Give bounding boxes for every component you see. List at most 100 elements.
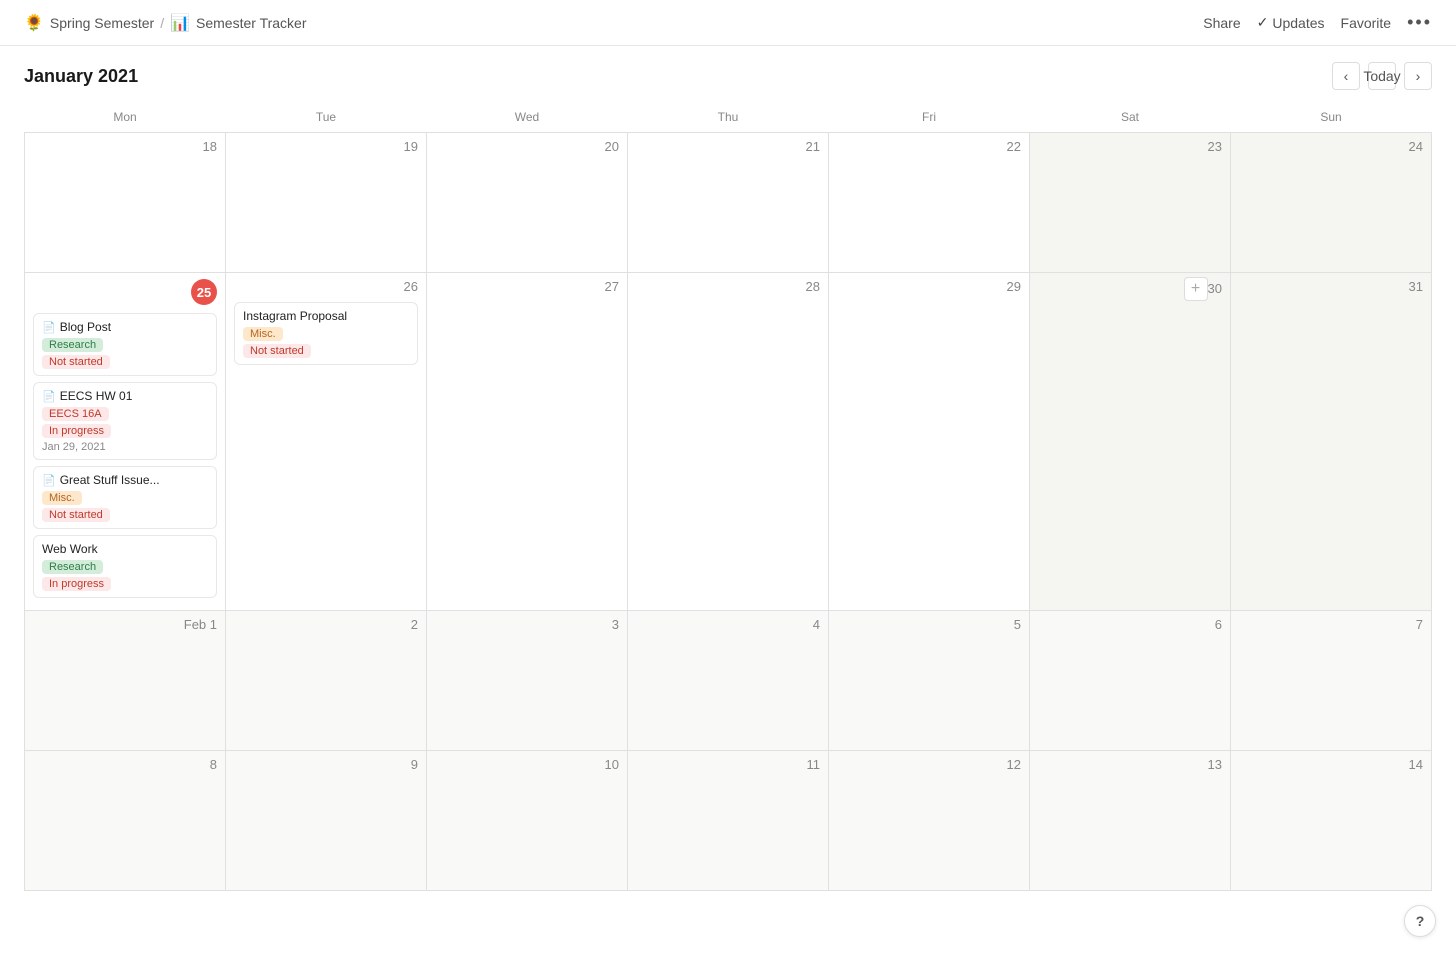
event-tag: Not started [243,344,311,358]
day-number: 5 [1014,617,1021,632]
day-num-container: 31 [1239,279,1423,298]
day-number: 7 [1416,617,1423,632]
calendar-day: +30 [1030,273,1231,611]
day-number: 13 [1208,757,1222,772]
event-title-text: Web Work [42,542,98,556]
event-title-text: EECS HW 01 [60,389,133,403]
event-title: 📄Great Stuff Issue... [42,473,208,487]
event-title: 📄 Blog Post [42,320,208,334]
event-tags: Misc.Not started [243,327,409,358]
day-number: 14 [1409,757,1423,772]
day-num-container: 12 [837,757,1021,776]
share-button[interactable]: Share [1203,15,1240,31]
favorite-button[interactable]: Favorite [1341,15,1392,31]
day-number: 26 [404,279,418,294]
calendar-day: 20 [427,133,628,273]
event-tag: Research [42,560,103,574]
day-number: 19 [404,139,418,154]
parent-label[interactable]: Spring Semester [50,15,154,31]
calendar-day: 23 [1030,133,1231,273]
today-day-num: 25 [191,279,217,305]
day-num-container: 24 [1239,139,1423,158]
day-num-container: 10 [435,757,619,776]
calendar-day: 10 [427,751,628,891]
day-number: 10 [605,757,619,772]
top-actions: Share ✓ Updates Favorite ••• [1203,12,1432,33]
day-number: 28 [806,279,820,294]
event-tags: ResearchNot started [42,338,208,369]
event-tag: EECS 16A [42,407,109,421]
event-tag: In progress [42,577,111,591]
event-title: 📄 EECS HW 01 [42,389,208,403]
day-num-container: 27 [435,279,619,298]
day-number: 23 [1208,139,1222,154]
day-num-container: 19 [234,139,418,158]
more-button[interactable]: ••• [1407,12,1432,33]
calendar-day: 8 [25,751,226,891]
day-header-sun: Sun [1231,106,1432,133]
calendar-day: 4 [628,611,829,751]
day-number: Feb 1 [184,617,217,632]
day-num-container: 6 [1038,617,1222,636]
day-number: 21 [806,139,820,154]
week-row: 18 19 20 21 22 23 24 [25,133,1432,273]
day-number: 12 [1007,757,1021,772]
event-card[interactable]: 📄Great Stuff Issue... Misc.Not started [33,466,217,529]
day-num-container: 23 [1038,139,1222,158]
day-header-thu: Thu [628,106,829,133]
day-num-container: 18 [33,139,217,158]
day-number: 11 [807,757,821,772]
day-num-container: 4 [636,617,820,636]
calendar-day: 25📄Blog PostResearchNot started📄EECS HW … [25,273,226,611]
child-icon: 📊 [170,13,190,33]
event-card[interactable]: 📄 Blog Post ResearchNot started [33,313,217,376]
calendar-day: 31 [1231,273,1432,611]
calendar-nav: ‹ Today › [1332,62,1432,90]
event-card[interactable]: 📄EECS HW 01EECS 16AIn progressJan 29, 20… [33,382,217,460]
help-button[interactable]: ? [1404,905,1436,937]
calendar-title: January 2021 [24,66,138,87]
day-number: 18 [203,139,217,154]
calendar-grid: MonTueWedThuFriSatSun 1819202122232425📄B… [24,106,1432,891]
week-row: 89 10 11 12 13 14 [25,751,1432,891]
updates-checkmark: ✓ [1257,14,1269,31]
document-icon: 📄 [42,390,56,403]
day-header-sat: Sat [1030,106,1231,133]
event-tag: Not started [42,508,110,522]
calendar-day: 26 Instagram Proposal Misc.Not started [226,273,427,611]
next-month-button[interactable]: › [1404,62,1432,90]
day-num-container: 22 [837,139,1021,158]
day-num-container: 28 [636,279,820,298]
day-number: 6 [1215,617,1222,632]
today-button[interactable]: Today [1368,62,1396,90]
calendar-day: 14 [1231,751,1432,891]
event-date: Jan 29, 2021 [42,441,208,453]
child-label[interactable]: Semester Tracker [196,15,306,31]
day-num-container: 21 [636,139,820,158]
day-header-fri: Fri [829,106,1030,133]
day-num-container: 7 [1239,617,1423,636]
calendar-day: 21 [628,133,829,273]
calendar-day: 9 [226,751,427,891]
updates-button[interactable]: ✓ Updates [1257,14,1325,31]
document-icon: 📄 [42,321,56,334]
top-nav: 🌻 Spring Semester / 📊 Semester Tracker S… [0,0,1456,46]
prev-month-button[interactable]: ‹ [1332,62,1360,90]
day-num-container: 8 [33,757,217,776]
event-title-text: Blog Post [60,320,111,334]
calendar-day: 29 [829,273,1030,611]
day-header-wed: Wed [427,106,628,133]
day-header-tue: Tue [226,106,427,133]
event-title-text: Instagram Proposal [243,309,347,323]
calendar-day: 2 [226,611,427,751]
add-event-button[interactable]: + [1184,277,1208,301]
calendar-day: 18 [25,133,226,273]
calendar-day: 11 [628,751,829,891]
calendar-day: 27 [427,273,628,611]
event-card[interactable]: Instagram Proposal Misc.Not started [234,302,418,365]
event-card[interactable]: Web Work Research In progress [33,535,217,598]
event-tag: Not started [42,355,110,369]
calendar-header: January 2021 ‹ Today › [24,62,1432,90]
event-tags: Misc.Not started [42,491,208,522]
day-num-container: Feb 1 [33,617,217,636]
